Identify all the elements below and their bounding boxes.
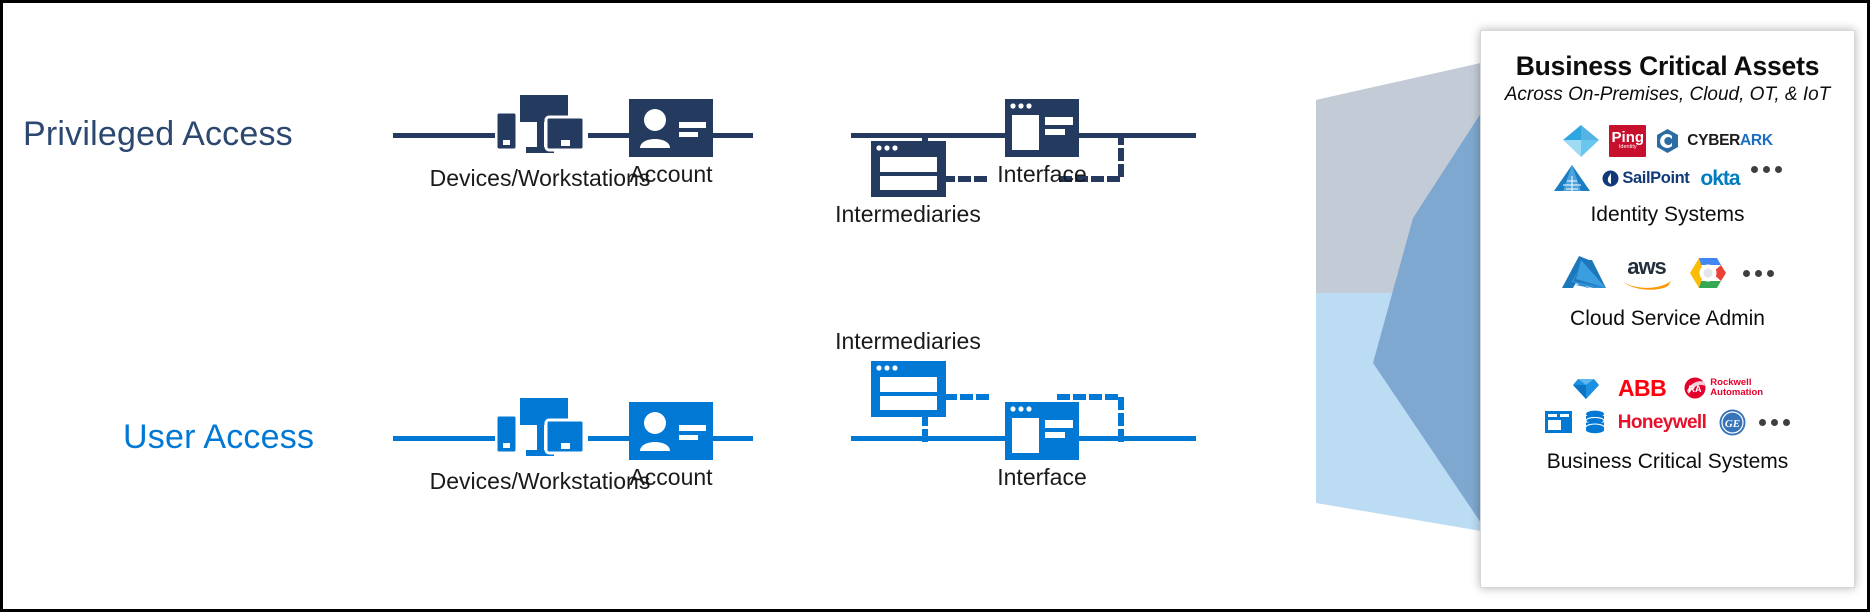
rockwell-logo-text: Rockwell Automation	[1710, 377, 1764, 398]
sap-diamond-logo-icon	[1572, 376, 1600, 401]
cloud-overflow-dots-icon	[1742, 269, 1774, 277]
funnel-gray-upper	[1316, 63, 1481, 293]
panel-subtitle: Across On-Premises, Cloud, OT, & IoT	[1504, 84, 1831, 105]
interface-window-icon	[953, 99, 1131, 157]
cyberark-logo-text: CYBERARK	[1687, 132, 1773, 150]
database-logo-icon	[1585, 410, 1605, 434]
node-account-user[interactable]: Account	[586, 402, 756, 491]
caption-interface-user: Interface	[997, 464, 1087, 490]
ping-logo-subtext: Identity	[1618, 144, 1637, 150]
bcs-logo-row-1: ABB RA Rockwell Automation	[1572, 373, 1763, 403]
aws-logo-icon: aws	[1621, 256, 1673, 290]
account-card-icon	[586, 402, 756, 460]
honeywell-logo-text: Honeywell	[1617, 411, 1707, 433]
interface-app-logo-icon	[1544, 411, 1572, 433]
cyberark-logo-icon: CYBERARK	[1655, 128, 1773, 154]
cloud-logo-row-1: aws	[1561, 251, 1774, 295]
oracle-identity-logo-icon	[1553, 163, 1591, 193]
group-business-critical-systems: ABB RA Rockwell Automation Honeywell GE …	[1481, 373, 1854, 474]
abb-logo-text: ABB	[1617, 374, 1667, 401]
svg-text:RA: RA	[1689, 384, 1702, 394]
sailpoint-logo-icon: SailPoint	[1602, 168, 1690, 187]
caption-business-critical-systems: Business Critical Systems	[1546, 450, 1789, 473]
row-label-privileged-access: Privileged Access	[23, 115, 293, 153]
identity-logo-row-1: Ping Identity CYBERARK	[1562, 124, 1773, 158]
business-critical-assets-panel: Business Critical Assets Across On-Premi…	[1480, 30, 1855, 588]
node-account-privileged[interactable]: Account	[586, 99, 756, 188]
svg-text:GE: GE	[1725, 418, 1740, 430]
funnel-mid-blue-wedge	[1373, 113, 1481, 523]
row-label-user-access: User Access	[123, 418, 315, 456]
general-electric-logo-icon: GE	[1719, 409, 1746, 436]
group-cloud-service-admin: aws Cloud Service Admin	[1481, 251, 1854, 331]
caption-interface-privileged: Interface	[997, 161, 1087, 187]
identity-logo-row-2: SailPoint okta	[1553, 161, 1782, 195]
caption-cloud-service-admin: Cloud Service Admin	[1570, 307, 1765, 330]
interface-window-icon	[953, 402, 1131, 460]
group-identity-systems: Ping Identity CYBERARK SailPoint okta Id…	[1481, 124, 1854, 227]
sailpoint-logo-text: SailPoint	[1622, 168, 1690, 187]
node-interface-privileged[interactable]: Interface	[953, 99, 1131, 188]
caption-intermediaries-privileged: Intermediaries	[835, 201, 981, 227]
ping-logo-text: Ping	[1611, 129, 1645, 146]
bcs-overflow-dots-icon	[1759, 418, 1791, 426]
account-card-icon	[586, 99, 756, 157]
caption-intermediaries-user: Intermediaries	[835, 328, 981, 354]
panel-title: Business Critical Assets	[1515, 51, 1820, 81]
caption-account-user: Account	[629, 464, 713, 490]
funnel-gray-triangle	[1316, 63, 1481, 293]
caption-identity-systems: Identity Systems	[1590, 203, 1745, 226]
aws-logo-text: aws	[1627, 254, 1667, 279]
google-cloud-logo-icon	[1688, 254, 1728, 292]
ping-identity-logo-icon: Ping Identity	[1609, 125, 1647, 157]
microsoft-azure-logo-icon	[1561, 254, 1606, 292]
caption-account-privileged: Account	[629, 161, 713, 187]
rockwell-automation-logo-icon: RA Rockwell Automation	[1684, 377, 1763, 399]
node-interface-user[interactable]: Interface	[953, 402, 1131, 491]
diagram-canvas: Privileged Access Devices/Workstations A…	[0, 0, 1870, 612]
okta-logo-text: okta	[1700, 166, 1740, 190]
bcs-logo-row-2: Honeywell GE	[1544, 406, 1791, 438]
azure-ad-logo-icon	[1562, 124, 1600, 158]
identity-overflow-dots-icon	[1750, 165, 1782, 173]
funnel-light-blue-triangle	[1316, 293, 1481, 531]
